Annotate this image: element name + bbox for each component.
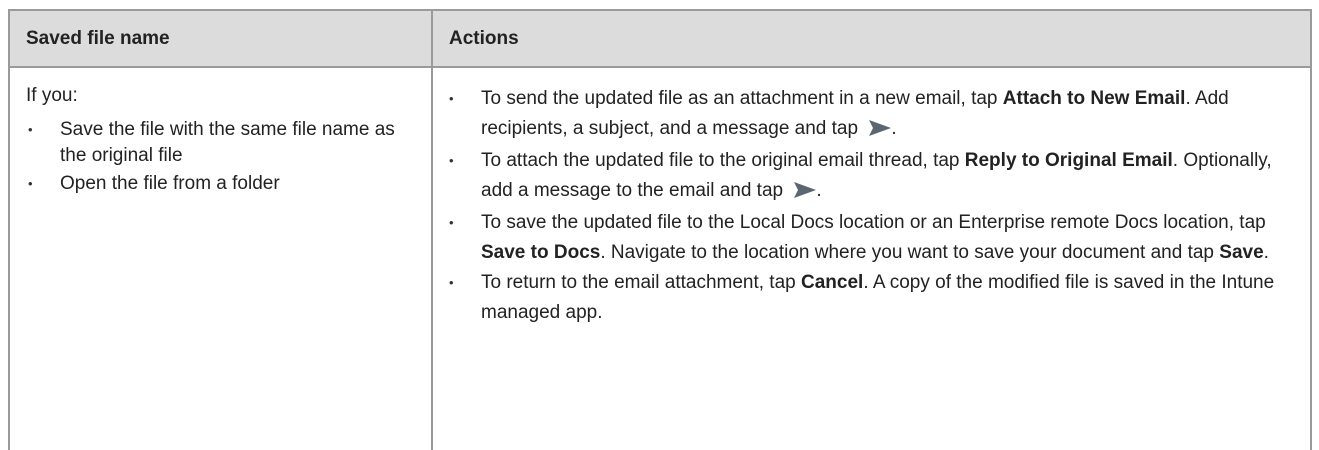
list-item: Open the file from a folder — [26, 171, 419, 197]
actions-list: To send the updated file as an attachmen… — [447, 84, 1298, 328]
header-saved-file-name: Saved file name — [8, 9, 433, 68]
table-header-row: Saved file name Actions — [8, 9, 1312, 68]
conditions-list: Save the file with the same file name as… — [26, 117, 419, 197]
action-text: . — [1263, 242, 1269, 263]
action-item-save-to-docs: To save the updated file to the Local Do… — [447, 208, 1298, 268]
action-text: . — [816, 180, 822, 201]
action-item-reply-original-email: To attach the updated file to the origin… — [447, 146, 1298, 208]
send-icon — [869, 116, 892, 146]
send-icon — [794, 178, 817, 208]
action-text: To return to the email attachment, tap — [481, 272, 802, 293]
save-to-docs-label: Save to Docs — [481, 242, 601, 263]
list-item: Save the file with the same file name as… — [26, 117, 419, 169]
action-text: . — [891, 118, 897, 139]
saved-file-name-cell: If you: Save the file with the same file… — [8, 66, 433, 450]
actions-cell: To send the updated file as an attachmen… — [431, 66, 1312, 450]
action-text: . Navigate to the location where you wan… — [600, 242, 1220, 263]
header-actions: Actions — [431, 9, 1312, 68]
action-item-cancel: To return to the email attachment, tap C… — [447, 268, 1298, 328]
attach-to-new-email-label: Attach to New Email — [1002, 88, 1186, 109]
table-row: If you: Save the file with the same file… — [8, 66, 1312, 450]
save-label: Save — [1219, 242, 1264, 263]
action-text: To attach the updated file to the origin… — [481, 150, 965, 171]
cancel-label: Cancel — [801, 272, 864, 293]
action-text: To save the updated file to the Local Do… — [481, 212, 1266, 233]
action-item-attach-new-email: To send the updated file as an attachmen… — [447, 84, 1298, 146]
conditions-intro: If you: — [26, 85, 78, 106]
action-text: To send the updated file as an attachmen… — [481, 88, 1003, 109]
reply-to-original-email-label: Reply to Original Email — [964, 150, 1173, 171]
saved-file-actions-table: Saved file name Actions If you: Save the… — [8, 9, 1312, 450]
